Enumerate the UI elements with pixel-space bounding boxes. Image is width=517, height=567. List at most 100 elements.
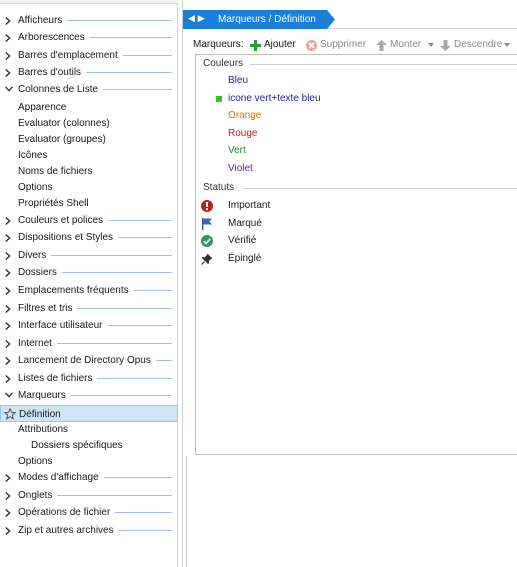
tree-item[interactable]: Barres d'outils (0, 64, 178, 81)
chevron-right-icon[interactable] (4, 12, 14, 29)
tree-item[interactable]: Couleurs et polices (0, 212, 178, 229)
tree-item[interactable]: Afficheurs (0, 12, 178, 29)
green-square-icon (216, 96, 222, 102)
color-marker-label: Violet (228, 163, 253, 174)
toolbar-label: Marqueurs: (193, 37, 244, 53)
chevron-down-icon[interactable] (504, 43, 510, 47)
breadcrumb-nav-icons[interactable]: ◀ ▶ (188, 14, 205, 25)
list-item[interactable]: Épinglé (196, 251, 516, 267)
tree-item-label: Interface utilisateur (18, 320, 103, 331)
tree-item[interactable]: Barres d'emplacement (0, 47, 178, 64)
tree-item[interactable]: Modes d'affichage (0, 469, 178, 486)
color-marker-label: icone vert+texte bleu (228, 93, 321, 104)
move-up-button-label: Monter (390, 39, 422, 50)
tree-category-rule (108, 220, 172, 221)
tree-item-label: Options (18, 456, 53, 467)
tree-item[interactable]: Attributions (0, 421, 178, 438)
exclamation-icon (201, 200, 213, 212)
chevron-right-icon[interactable] (4, 317, 14, 334)
breadcrumb-bar: ◀ ▶ Marqueurs / Définition (183, 10, 517, 29)
tree-item[interactable]: Options (0, 453, 178, 470)
tree-item[interactable]: Définition (0, 405, 178, 422)
group-header-statuses: Statuts (203, 182, 235, 193)
arrow-right-icon[interactable]: ▶ (198, 14, 205, 24)
list-item[interactable]: Important (196, 198, 516, 214)
chevron-right-icon[interactable] (4, 247, 14, 264)
arrow-left-icon[interactable]: ◀ (188, 14, 195, 24)
flag-icon (202, 218, 212, 230)
chevron-right-icon[interactable] (4, 370, 14, 387)
chevron-right-icon[interactable] (4, 522, 14, 539)
tree-item[interactable]: Filtres et tris (0, 300, 178, 317)
chevron-right-icon[interactable] (4, 64, 14, 81)
chevron-right-icon[interactable] (4, 212, 14, 229)
tree-item[interactable]: Options (0, 179, 178, 196)
tree-category-rule (119, 530, 172, 531)
tree-item[interactable]: Dispositions et Styles (0, 229, 178, 246)
group-header-colors: Couleurs (203, 58, 244, 69)
tree-item[interactable]: Internet (0, 335, 178, 352)
chevron-right-icon[interactable] (4, 335, 14, 352)
list-item[interactable]: Vérifié (196, 233, 516, 249)
tree-item[interactable]: Evaluator (groupes) (0, 131, 178, 148)
markers-list[interactable]: Couleurs Bleu icone vert+texte bleu Oran… (195, 54, 517, 455)
tree-item[interactable]: Listes de fichiers (0, 370, 178, 387)
chevron-right-icon[interactable] (4, 47, 14, 64)
delete-button-label: Supprimer (320, 39, 367, 50)
tree-item[interactable]: Propriétés Shell (0, 195, 178, 212)
tree-item-label: Divers (18, 250, 47, 261)
status-marker-label: Important (228, 200, 271, 211)
star-icon (3, 407, 17, 420)
chevron-right-icon[interactable] (4, 282, 14, 299)
tree-item-label: Opérations de fichier (18, 507, 111, 518)
tree-category-rule (51, 255, 172, 256)
chevron-right-icon[interactable] (4, 469, 14, 486)
chevron-right-icon[interactable] (4, 29, 14, 46)
tree-category-rule (103, 89, 172, 90)
check-circle-icon (201, 235, 213, 247)
tree-item[interactable]: Noms de fichiers (0, 163, 178, 180)
chevron-right-icon[interactable] (4, 352, 14, 369)
chevron-right-icon[interactable] (4, 264, 14, 281)
tree-item-label: Dossiers spécifiques (31, 440, 123, 451)
tree-item[interactable]: Colonnes de Liste (0, 81, 178, 98)
tree-item[interactable]: Divers (0, 247, 178, 264)
chevron-down-icon[interactable] (428, 43, 434, 47)
tree-item-label: Noms de fichiers (18, 166, 93, 177)
tree-item-label: Apparence (18, 102, 67, 113)
list-item[interactable]: Marqué (196, 216, 516, 232)
chevron-down-icon[interactable] (4, 387, 14, 404)
tree-item[interactable]: Onglets (0, 487, 178, 504)
tree-item[interactable]: Evaluator (colonnes) (0, 115, 178, 132)
tree-item[interactable]: Arborescences (0, 29, 178, 46)
chevron-down-icon[interactable] (4, 81, 14, 98)
chevron-right-icon[interactable] (4, 504, 14, 521)
breadcrumb-text: Marqueurs / Définition (218, 14, 316, 25)
tree-item[interactable]: Icônes (0, 147, 178, 164)
color-marker-label: Bleu (228, 75, 249, 86)
tree-item[interactable]: Apparence (0, 99, 178, 116)
status-marker-label: Vérifié (228, 235, 257, 246)
tree-item[interactable]: Emplacements fréquents (0, 282, 178, 299)
list-item[interactable]: icone vert+texte bleu (196, 91, 516, 107)
panel-divider (186, 456, 187, 567)
tree-item[interactable]: Dossiers (0, 264, 178, 281)
arrow-down-icon (440, 40, 451, 51)
tree-item[interactable]: Dossiers spécifiques (0, 437, 178, 454)
tree-category-rule (77, 308, 172, 309)
chevron-right-icon[interactable] (4, 300, 14, 317)
chevron-right-icon[interactable] (4, 229, 14, 246)
tree-item[interactable]: Marqueurs (0, 387, 178, 404)
group-divider (250, 64, 517, 65)
tree-category-rule (134, 290, 172, 291)
color-marker-label: Vert (228, 145, 246, 156)
tree-category-rule (67, 20, 172, 21)
tree-item[interactable]: Interface utilisateur (0, 317, 178, 334)
tree-item[interactable]: Zip et autres archives (0, 522, 178, 539)
tree-category-rule (118, 237, 172, 238)
tree-item[interactable]: Opérations de fichier (0, 504, 178, 521)
tree-item[interactable]: Lancement de Directory Opus (0, 352, 178, 369)
chevron-right-icon[interactable] (4, 487, 14, 504)
breadcrumb[interactable]: ◀ ▶ Marqueurs / Définition (183, 10, 335, 29)
tree-item-label: Icônes (18, 150, 48, 161)
